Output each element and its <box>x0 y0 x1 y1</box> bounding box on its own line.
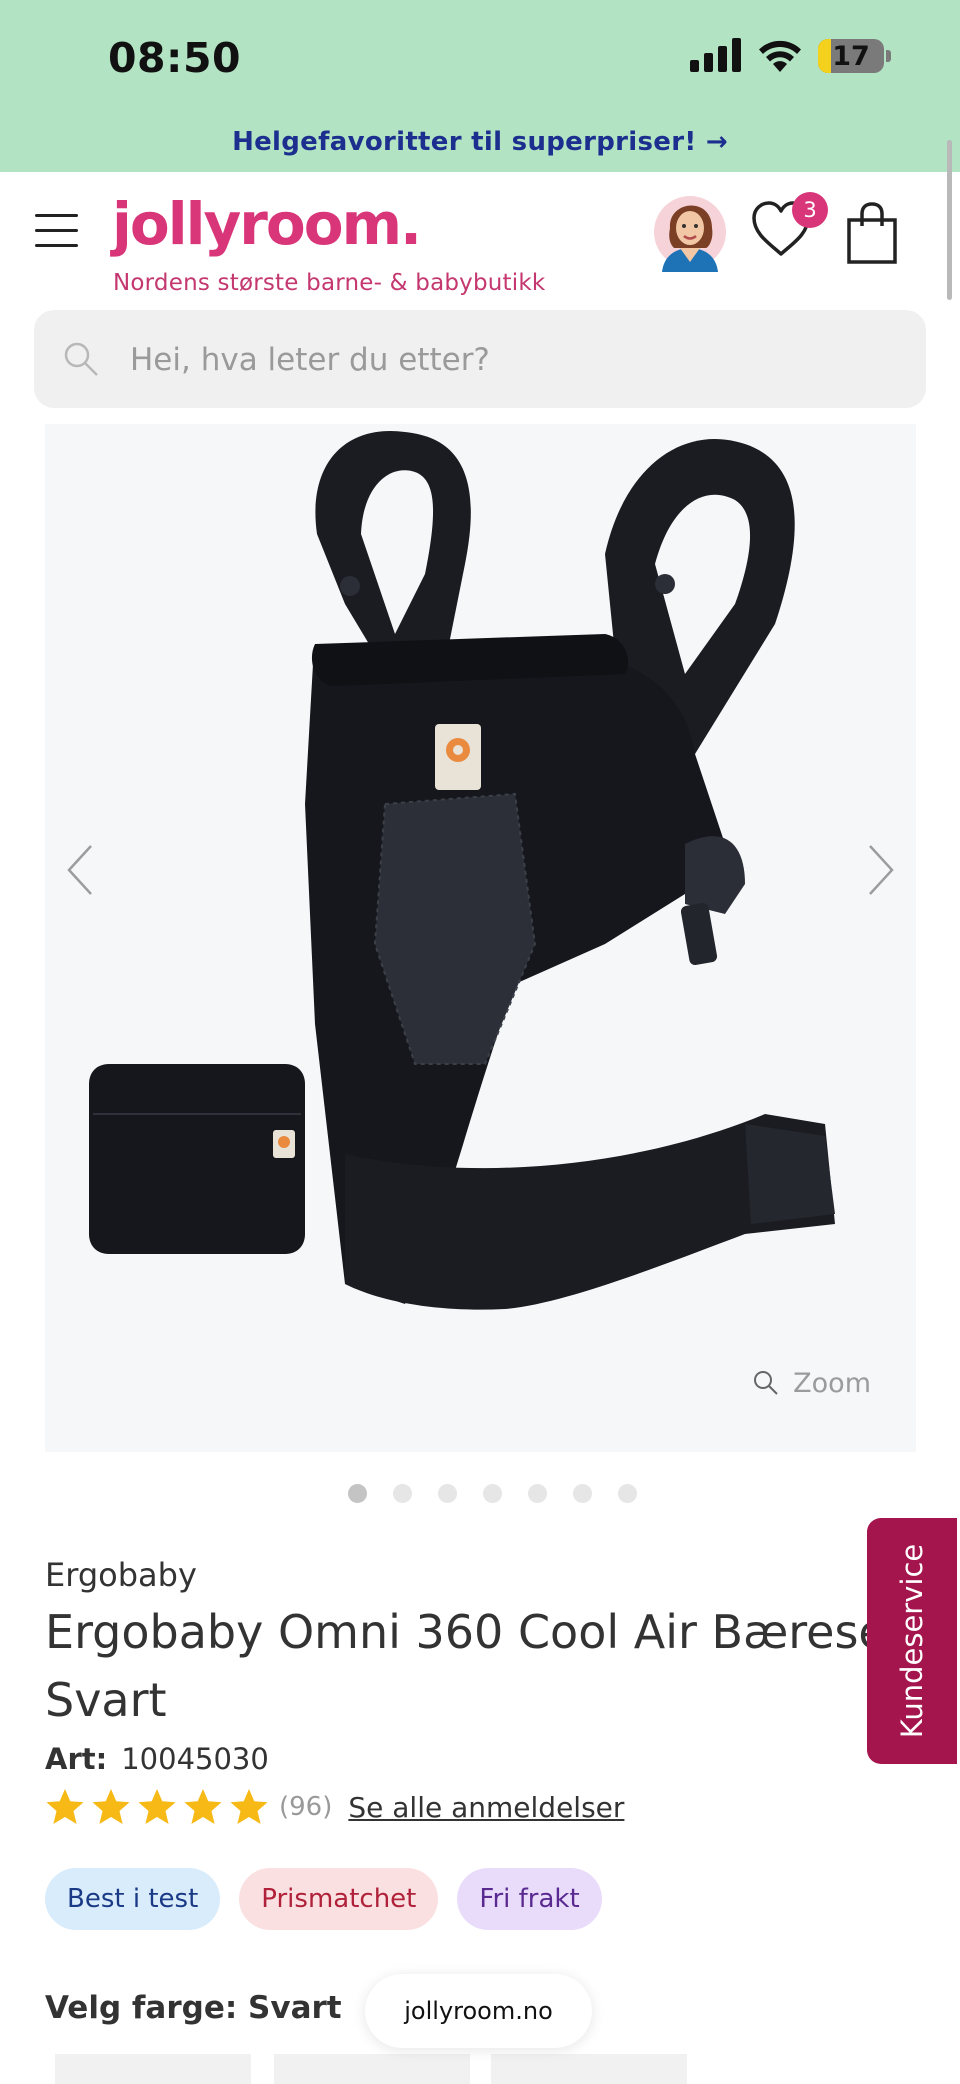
star-icon <box>184 1789 222 1824</box>
promo-text[interactable]: Helgefavoritter til superpriser! → <box>232 127 728 157</box>
carousel-dot[interactable] <box>483 1484 502 1503</box>
zoom-label[interactable]: Zoom <box>793 1368 871 1399</box>
wifi-icon <box>759 40 801 72</box>
battery-icon: 17 <box>818 39 884 73</box>
product-image[interactable] <box>45 424 916 1452</box>
wishlist-count-badge: 3 <box>792 192 828 228</box>
color-swatch[interactable] <box>55 2054 251 2084</box>
star-icon <box>46 1789 84 1824</box>
star-icon <box>138 1789 176 1824</box>
battery-cap <box>886 50 891 62</box>
browser-url-bar[interactable]: jollyroom.no <box>365 1974 592 2048</box>
previous-image-arrow-icon[interactable] <box>65 844 95 896</box>
zoom-magnifier-icon <box>754 1371 778 1395</box>
menu-button[interactable] <box>35 214 78 259</box>
article-label: Art: <box>45 1742 108 1776</box>
status-bar: 08:50 17 <box>0 0 960 112</box>
battery-level: 17 <box>832 41 870 72</box>
next-image-arrow-icon[interactable] <box>866 844 896 896</box>
logo[interactable]: jollyroom. <box>112 190 422 258</box>
search-input[interactable] <box>128 310 892 410</box>
badge-free-shipping[interactable]: Fri frakt <box>457 1868 602 1930</box>
carousel-dot[interactable] <box>438 1484 457 1503</box>
shopping-bag-icon[interactable] <box>846 202 898 264</box>
carousel-dot[interactable] <box>393 1484 412 1503</box>
search-bar[interactable] <box>34 310 926 410</box>
page-scrollbar[interactable] <box>947 140 952 300</box>
customer-service-tab[interactable]: Kundeservice <box>867 1518 957 1764</box>
promo-banner[interactable]: Helgefavoritter til superpriser! → <box>0 112 960 172</box>
customer-service-label[interactable]: Kundeservice <box>895 1544 929 1738</box>
color-swatch[interactable] <box>491 2054 687 2084</box>
clock: 08:50 <box>108 34 242 82</box>
carousel-dot[interactable] <box>618 1484 637 1503</box>
search-icon <box>64 342 98 376</box>
carousel-dot[interactable] <box>573 1484 592 1503</box>
product-rating[interactable]: (96) Se alle anmeldelser <box>45 1788 624 1826</box>
product-badges: Best i test Prismatchet Fri frakt <box>45 1868 621 1930</box>
badge-best-in-test[interactable]: Best i test <box>45 1868 221 1930</box>
product-brand[interactable]: Ergobaby <box>45 1556 197 1594</box>
article-value: 10045030 <box>121 1742 269 1776</box>
tagline: Nordens største barne- & babybutikk <box>113 270 546 296</box>
customer-service-avatar-icon[interactable] <box>654 188 726 272</box>
product-title-line-1: Ergobaby Omni 360 Cool Air Bæresele <box>45 1605 928 1659</box>
menu-icon-line <box>35 229 78 232</box>
star-icon <box>230 1789 268 1824</box>
product-title: Ergobaby Omni 360 Cool Air Bæresele Svar… <box>45 1598 928 1734</box>
product-title-line-2: Svart <box>45 1673 167 1727</box>
menu-icon-line <box>35 244 78 247</box>
zoom-button[interactable]: Zoom <box>753 1368 871 1399</box>
carousel-pagination[interactable] <box>348 1484 663 1507</box>
product-image-carousel[interactable]: Zoom <box>45 424 916 1452</box>
star-icon <box>92 1789 130 1824</box>
badge-price-match[interactable]: Prismatchet <box>239 1868 439 1930</box>
menu-icon-line <box>35 214 78 217</box>
carousel-dot[interactable] <box>348 1484 367 1503</box>
carousel-dot[interactable] <box>528 1484 547 1503</box>
see-all-reviews-link[interactable]: Se alle anmeldelser <box>348 1791 624 1824</box>
cellular-signal-icon <box>690 38 741 72</box>
color-swatch[interactable] <box>274 2054 470 2084</box>
article-number: Art: 10045030 <box>45 1742 269 1776</box>
review-count: (96) <box>279 1792 333 1822</box>
color-selector-label: Velg farge: Svart <box>45 1990 342 2026</box>
